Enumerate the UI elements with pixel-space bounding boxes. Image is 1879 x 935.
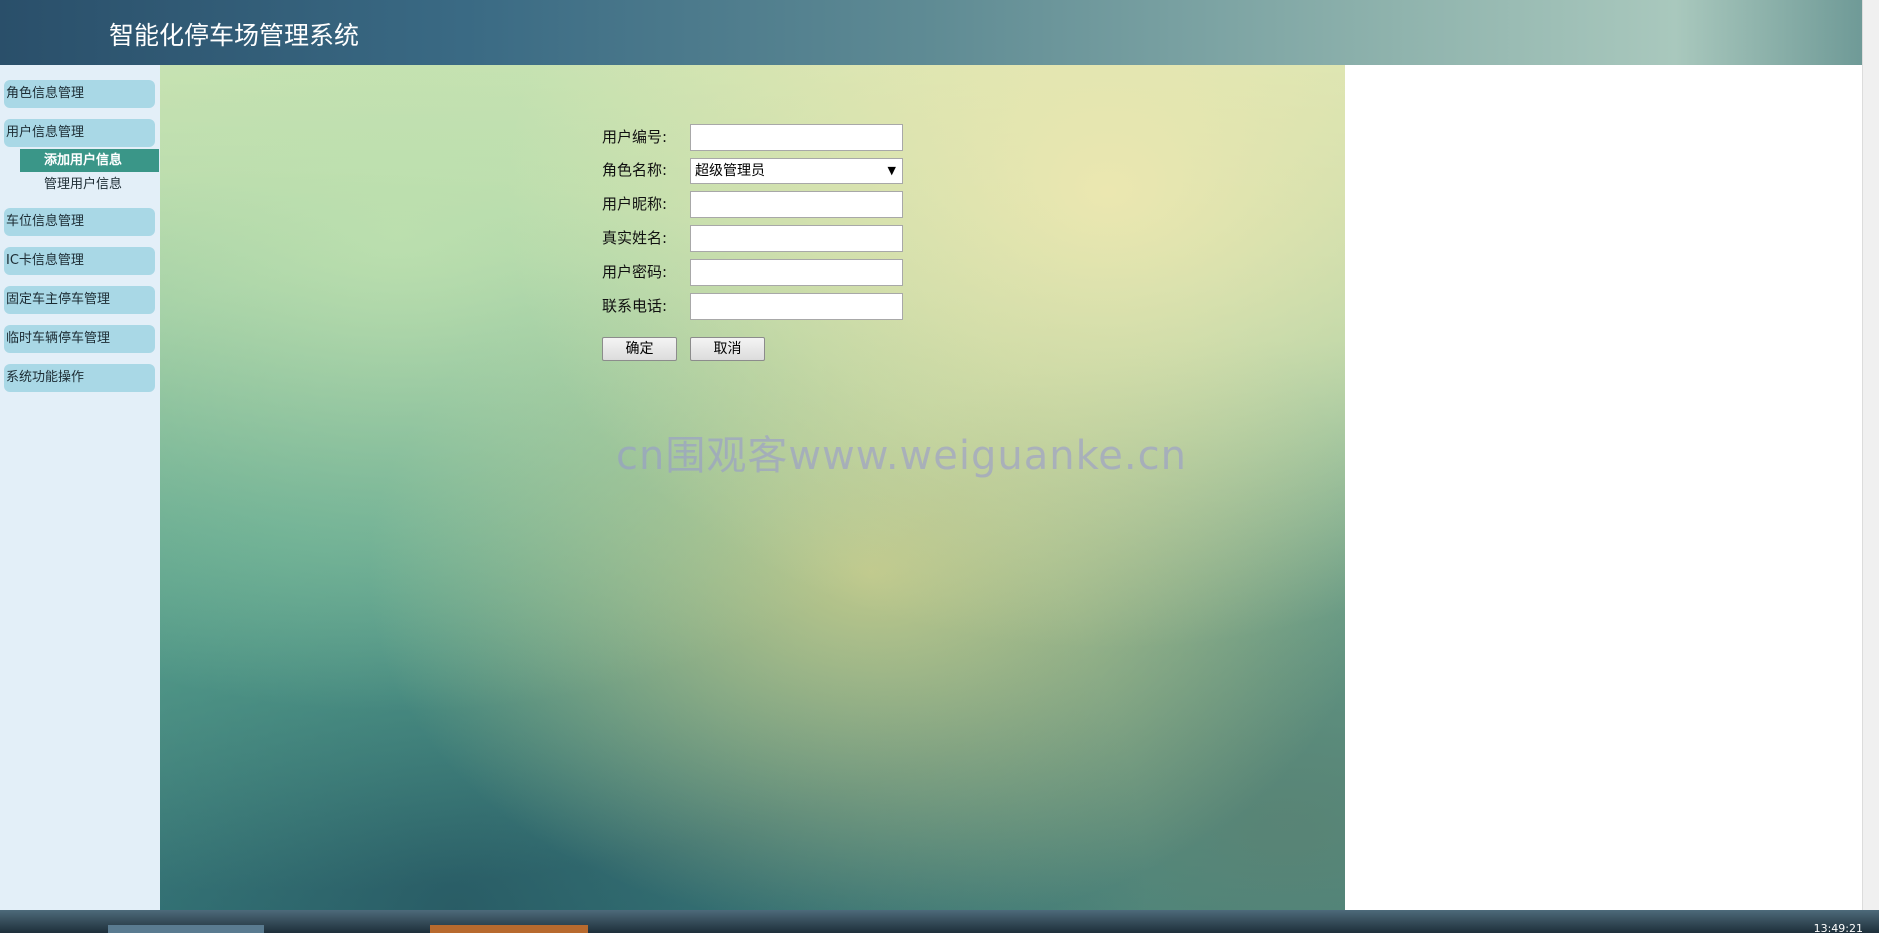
sidebar-item-temporary-vehicle-parking[interactable]: 临时车辆停车管理 <box>4 325 155 353</box>
phone-label: 联系电话: <box>602 297 668 315</box>
vertical-scrollbar[interactable] <box>1862 0 1879 910</box>
nickname-label: 用户昵称: <box>602 195 668 213</box>
sidebar-subitem-add-user[interactable]: 添加用户信息 <box>20 149 159 172</box>
main-content: 用户编号: 角色名称: 超级管理员 ▼ 用户昵称: 真实姓名: 用户密码: 联系… <box>160 65 1345 910</box>
taskbar-window-button[interactable] <box>108 925 264 933</box>
cancel-button[interactable]: 取消 <box>690 337 765 361</box>
os-taskbar: 13:49:21 <box>0 910 1879 935</box>
user-id-label: 用户编号: <box>602 128 668 146</box>
sidebar-item-user-management[interactable]: 用户信息管理 <box>4 119 155 147</box>
role-selected-value: 超级管理员 <box>695 163 765 179</box>
phone-input[interactable] <box>690 293 903 320</box>
user-id-input[interactable] <box>690 124 903 151</box>
sidebar-item-system-operations[interactable]: 系统功能操作 <box>4 364 155 392</box>
password-label: 用户密码: <box>602 263 668 281</box>
confirm-button[interactable]: 确定 <box>602 337 677 361</box>
sidebar-item-ic-card-management[interactable]: IC卡信息管理 <box>4 247 155 275</box>
taskbar-active-window-button[interactable] <box>430 925 588 933</box>
role-name-select[interactable]: 超级管理员 ▼ <box>690 158 903 184</box>
password-input[interactable] <box>690 259 903 286</box>
sidebar-item-fixed-owner-parking[interactable]: 固定车主停车管理 <box>4 286 155 314</box>
nickname-input[interactable] <box>690 191 903 218</box>
dropdown-arrow-icon: ▼ <box>887 164 896 177</box>
taskbar-clock: 13:49:21 <box>1813 922 1863 935</box>
app-header: 智能化停车场管理系统 <box>0 0 1862 65</box>
sidebar: 角色信息管理 用户信息管理 添加用户信息 管理用户信息 车位信息管理 IC卡信息… <box>0 65 160 910</box>
sidebar-item-role-management[interactable]: 角色信息管理 <box>4 80 155 108</box>
sidebar-item-parking-space-management[interactable]: 车位信息管理 <box>4 208 155 236</box>
watermark-text: cn围观客www.weiguanke.cn <box>616 433 1187 479</box>
sidebar-subitem-manage-users[interactable]: 管理用户信息 <box>44 173 122 196</box>
app-title: 智能化停车场管理系统 <box>109 21 360 50</box>
role-name-label: 角色名称: <box>602 161 668 179</box>
real-name-label: 真实姓名: <box>602 229 668 247</box>
real-name-input[interactable] <box>690 225 903 252</box>
